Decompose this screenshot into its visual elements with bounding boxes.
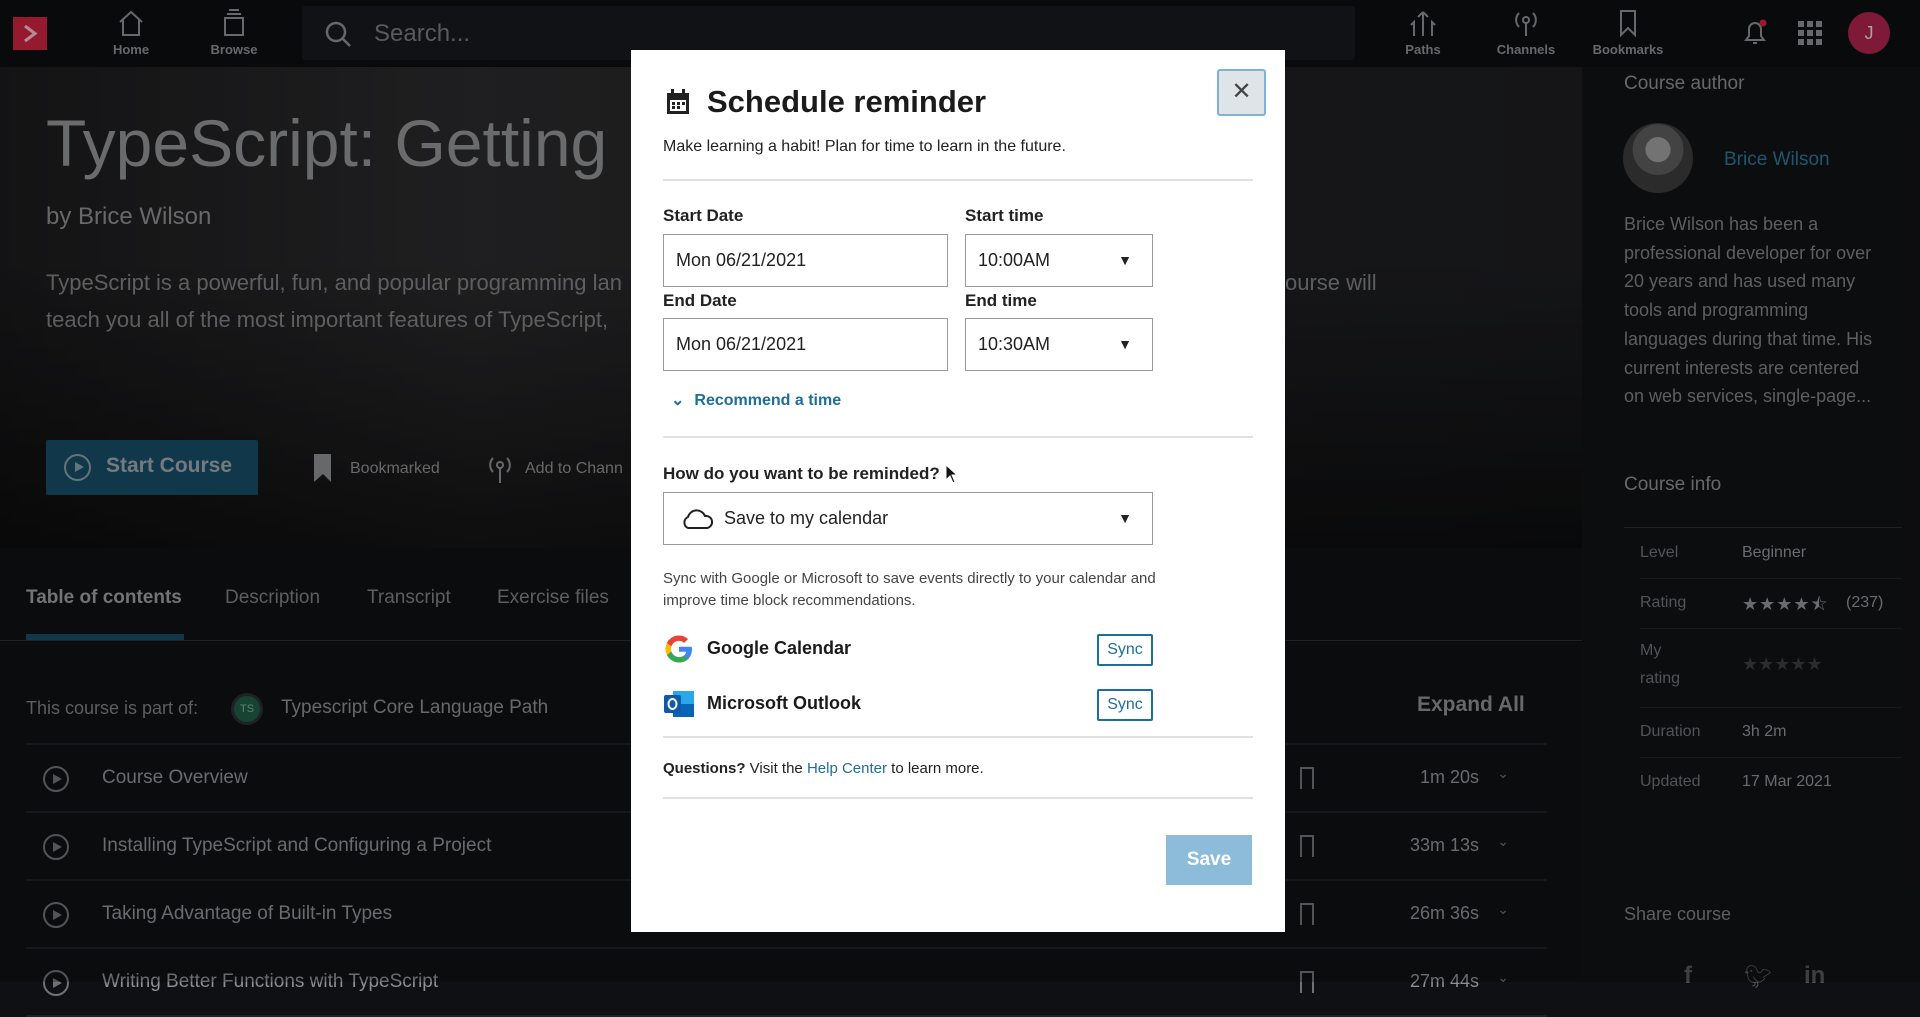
divider (663, 436, 1253, 438)
end-date-input[interactable]: Mon 06/21/2021 (663, 318, 948, 371)
schedule-reminder-dialog: Schedule reminder ✕ Make learning a habi… (631, 50, 1285, 932)
save-button[interactable]: Save (1166, 835, 1252, 885)
end-time-label: End time (965, 291, 1037, 310)
chevron-down-icon: ▼ (1118, 252, 1132, 268)
start-time-label: Start time (965, 206, 1044, 225)
start-date-input[interactable]: Mon 06/21/2021 (663, 234, 948, 287)
remind-method-label: How do you want to be reminded? (663, 464, 940, 483)
mouse-cursor-icon (945, 464, 959, 484)
dialog-title: Schedule reminder (707, 84, 987, 119)
dialog-subtitle: Make learning a habit! Plan for time to … (663, 138, 1066, 155)
recommend-time-label: Recommend a time (694, 392, 842, 409)
divider (663, 797, 1253, 799)
remind-method-value: Save to my calendar (724, 508, 889, 528)
close-icon: ✕ (1231, 78, 1252, 105)
chevron-down-icon: ⌄ (671, 392, 685, 409)
divider (663, 736, 1253, 738)
start-time-select[interactable]: 10:00AM ▼ (965, 234, 1153, 287)
recommend-time-toggle[interactable]: ⌄ Recommend a time (671, 390, 841, 410)
google-calendar-label: Google Calendar (707, 638, 852, 658)
help-text: Questions? Visit the Help Center to lear… (663, 760, 984, 777)
outlook-icon (664, 691, 694, 717)
sync-description: Sync with Google or Microsoft to save ev… (663, 570, 1156, 609)
help-center-link[interactable]: Help Center (807, 760, 887, 777)
chevron-down-icon: ▼ (1118, 510, 1132, 526)
calendar-icon (667, 89, 689, 114)
divider (663, 179, 1253, 181)
close-button[interactable]: ✕ (1217, 69, 1266, 116)
cloud-icon (683, 509, 714, 529)
outlook-sync-button[interactable]: Sync (1097, 689, 1153, 721)
start-time-value: 10:00AM (978, 250, 1051, 270)
google-sync-button[interactable]: Sync (1097, 634, 1153, 666)
end-time-select[interactable]: 10:30AM ▼ (965, 318, 1153, 371)
google-icon (665, 635, 692, 663)
chevron-down-icon: ▼ (1118, 336, 1132, 352)
microsoft-outlook-label: Microsoft Outlook (707, 693, 861, 713)
start-date-label: Start Date (663, 206, 744, 225)
remind-method-select[interactable]: Save to my calendar ▼ (663, 492, 1153, 545)
end-date-label: End Date (663, 291, 737, 310)
end-time-value: 10:30AM (978, 334, 1051, 354)
